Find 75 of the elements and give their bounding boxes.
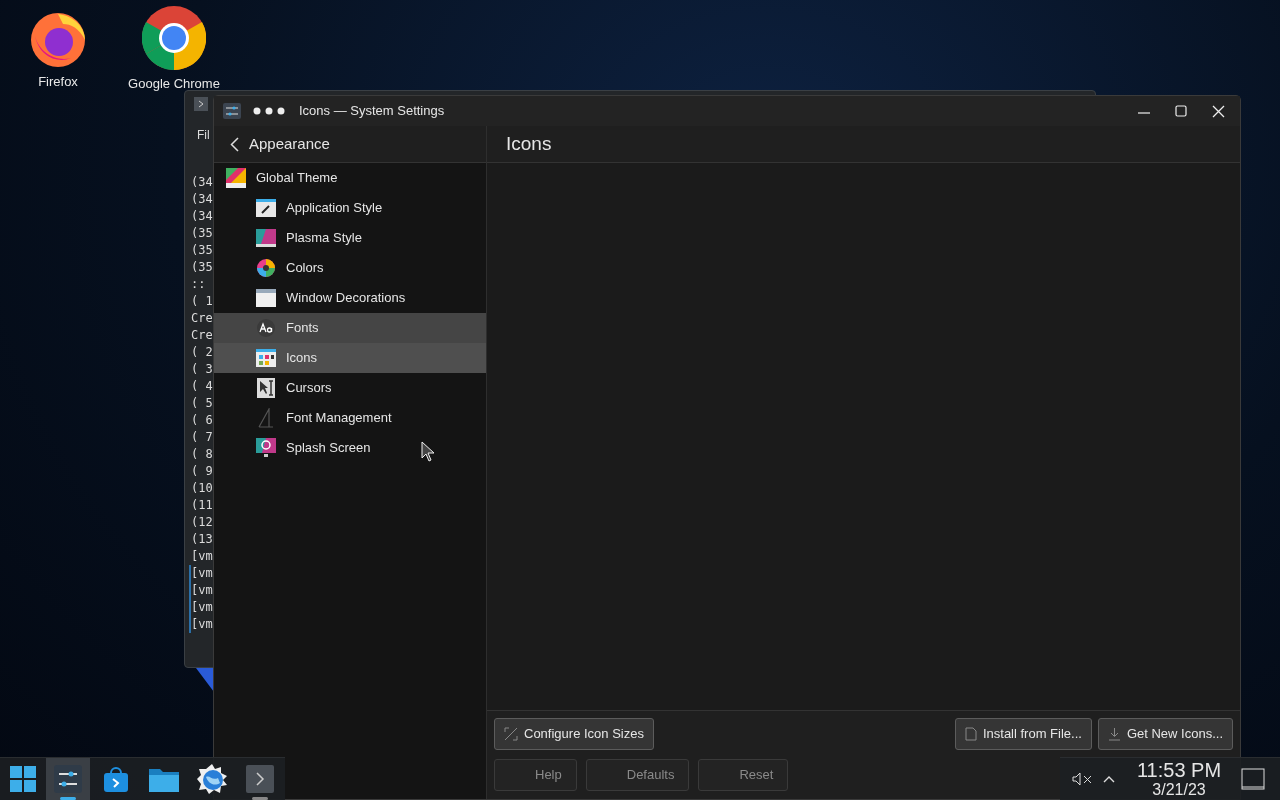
sidebar-item[interactable]: Fonts [214, 313, 486, 343]
terminal-line: ( 1 [191, 293, 213, 310]
color-wheel-icon [257, 259, 275, 277]
shopping-bag-icon [103, 765, 129, 793]
terminal-line: :: [191, 276, 206, 293]
sidebar-item[interactable]: Font Management [214, 403, 486, 433]
cursor-text-icon [257, 378, 275, 398]
folder-icon [149, 766, 179, 792]
terminal-line: ( 3 [191, 361, 213, 378]
font-sketch-icon [257, 408, 275, 428]
dots-icon[interactable] [253, 107, 285, 115]
button[interactable]: Configure Icon Sizes [494, 718, 654, 750]
chrome-circle-icon[interactable] [142, 6, 206, 70]
maximize-icon[interactable] [1175, 105, 1187, 117]
sidebar-item[interactable]: Window Decorations [214, 283, 486, 313]
terminal-line: (35 [191, 242, 213, 259]
terminal-line: (11 [191, 497, 213, 514]
show-desktop-icon[interactable] [1241, 768, 1265, 790]
desktop-icon-label[interactable]: Firefox [38, 72, 78, 92]
button[interactable]: Get New Icons... [1097, 718, 1233, 750]
terminal-line: (35 [191, 225, 213, 242]
icon-grid-icon [256, 349, 276, 367]
terminal-line: ( 7 [191, 429, 213, 446]
close-icon[interactable] [1212, 104, 1225, 118]
chevron-up-icon[interactable] [1103, 775, 1115, 783]
theme-icon [226, 168, 246, 188]
sidebar-header: Appearance [249, 133, 330, 154]
sidebar-item[interactable]: Cursors [214, 373, 486, 403]
desktop-icon-label[interactable]: Google Chrome [128, 74, 220, 94]
sidebar-item[interactable]: Application Style [214, 193, 486, 223]
sidebar-item[interactable]: Plasma Style [214, 223, 486, 253]
terminal-line: ( 9 [191, 463, 213, 480]
terminal-line: (13 [191, 531, 213, 548]
monitor-icon [256, 438, 276, 458]
resize-icon [504, 727, 518, 741]
terminal-line: [vm [191, 548, 213, 565]
mouse-pointer-icon [421, 441, 435, 462]
clock[interactable]: 11:53 PM 3/21/23 [1129, 760, 1229, 798]
window-icon [256, 289, 276, 307]
terminal-line: ( 2 [191, 344, 213, 361]
terminal-icon [246, 765, 274, 793]
task-button[interactable] [46, 757, 90, 800]
sliders-icon [54, 765, 82, 793]
sidebar-item[interactable]: Global Theme [214, 163, 486, 193]
clock-time: 11:53 PM [1136, 760, 1222, 780]
start-menu-icon[interactable] [9, 765, 37, 793]
font-icon [257, 319, 275, 337]
terminal-line: ( 4 [191, 378, 213, 395]
terminal-line: ( 8 [191, 446, 213, 463]
terminal-line: ( 6 [191, 412, 213, 429]
sidebar-item[interactable]: Icons [214, 343, 486, 373]
terminal-line: (10 [191, 480, 213, 497]
terminal-line: (35 [191, 259, 213, 276]
terminal-line: (12 [191, 514, 213, 531]
clock-date: 3/21/23 [1152, 782, 1206, 798]
sliders-icon [223, 103, 241, 119]
sidebar-item[interactable]: Splash Screen [214, 433, 486, 463]
globe-gear-icon [196, 763, 228, 795]
plasma-window-icon [256, 229, 276, 247]
terminal-line: (34 [191, 174, 213, 191]
brush-window-icon [256, 199, 276, 217]
volume-muted-icon[interactable] [1072, 772, 1094, 786]
terminal-line: (34 [191, 191, 213, 208]
button[interactable]: Install from File... [954, 718, 1092, 750]
terminal-line: Cre [191, 310, 213, 327]
download-icon [1107, 727, 1121, 741]
terminal-line: ( 5 [191, 395, 213, 412]
terminal-app-icon [194, 97, 208, 111]
terminal-line: Cre [191, 327, 213, 344]
window-title: Icons — System Settings [299, 102, 445, 121]
terminal-line: (34 [191, 208, 213, 225]
sidebar-item[interactable]: Colors [214, 253, 486, 283]
file-icon [964, 727, 977, 741]
menu-item[interactable]: Fil [197, 126, 210, 144]
page-title: Icons [506, 131, 552, 156]
